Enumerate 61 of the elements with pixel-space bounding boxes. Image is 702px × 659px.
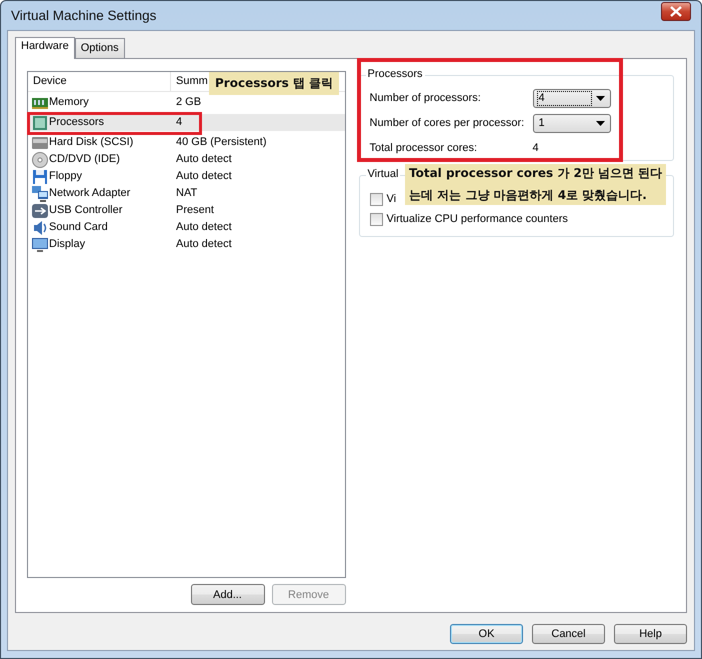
dialog-button[interactable]: Help — [614, 624, 687, 644]
dialog-button[interactable]: Cancel — [532, 624, 605, 644]
device-row[interactable]: USB Controller Present — [28, 202, 344, 219]
device-summary: Auto detect — [175, 152, 232, 167]
device-name: Sound Card — [49, 220, 108, 235]
device-summary: 40 GB (Persistent) — [175, 135, 266, 150]
device-summary: NAT — [175, 186, 198, 201]
field-label: Number of cores per processor: — [370, 117, 526, 129]
checkbox[interactable] — [370, 192, 382, 206]
column-header[interactable]: Summ — [171, 72, 208, 91]
add-button[interactable]: Add... — [190, 584, 264, 605]
group-title: Virtual — [366, 168, 400, 180]
usb-icon — [32, 202, 48, 218]
device-row[interactable]: Hard Disk (SCSI) 40 GB (Persistent) — [28, 134, 344, 151]
device-summary: Present — [175, 203, 214, 218]
dialog-button[interactable]: OK — [450, 624, 523, 644]
device-name: USB Controller — [49, 203, 122, 218]
field-label: Number of processors: — [370, 92, 482, 104]
device-summary: Auto detect — [175, 169, 232, 184]
caret-icon — [596, 96, 604, 100]
checkbox-label: Vi — [386, 193, 396, 205]
total-value: 4 — [532, 142, 539, 154]
field-label: Total processor cores: — [370, 142, 478, 154]
close-button[interactable] — [661, 2, 691, 21]
device-row[interactable]: Sound Card Auto detect — [28, 219, 344, 236]
speaker-icon — [32, 220, 48, 236]
callout-note: Total processor cores 가 2만 넘으면 된다 는데 저는 그냥 마음편하게 4로 맞췄습니다. — [405, 164, 666, 205]
device-row[interactable]: CD/DVD (IDE) Auto detect — [28, 151, 344, 168]
disc-icon — [32, 152, 48, 168]
device-summary: 2 GB — [175, 95, 202, 110]
caret-icon — [596, 120, 604, 126]
dropdown[interactable]: 1 — [532, 114, 610, 132]
chip-icon — [32, 114, 48, 130]
column-header[interactable]: Device — [28, 72, 171, 91]
callout-note: Processors 탭 클릭 — [209, 72, 340, 95]
device-name: Floppy — [49, 169, 82, 184]
device-summary: Auto detect — [175, 237, 232, 252]
tab[interactable]: Hardware — [15, 37, 75, 59]
monitor-icon — [32, 236, 48, 252]
floppy-icon — [32, 168, 48, 184]
device-name: Display — [49, 237, 86, 252]
device-name: Network Adapter — [49, 186, 130, 201]
device-summary: Auto detect — [175, 220, 232, 235]
tab[interactable]: Options — [74, 38, 125, 58]
device-row[interactable]: Processors 4 — [28, 114, 344, 131]
checkbox-label: Virtualize CPU performance counters — [386, 213, 568, 225]
dropdown[interactable]: 4 — [532, 88, 610, 108]
device-row[interactable]: Floppy Auto detect — [28, 168, 344, 185]
device-row[interactable]: Memory 2 GB — [28, 94, 344, 111]
device-name: Memory — [49, 95, 89, 110]
device-row[interactable]: Display Auto detect — [28, 236, 344, 253]
window-title: Virtual Machine Settings — [11, 8, 156, 23]
device-row[interactable]: Network Adapter NAT — [28, 185, 344, 202]
checkbox[interactable] — [370, 212, 382, 226]
device-name: Hard Disk (SCSI) — [49, 135, 134, 150]
network-icon — [32, 186, 48, 202]
group-title: Processors — [366, 68, 425, 80]
close-icon — [670, 6, 682, 17]
device-name: Processors — [49, 115, 104, 130]
device-name: CD/DVD (IDE) — [49, 152, 120, 167]
device-summary: 4 — [175, 115, 182, 130]
